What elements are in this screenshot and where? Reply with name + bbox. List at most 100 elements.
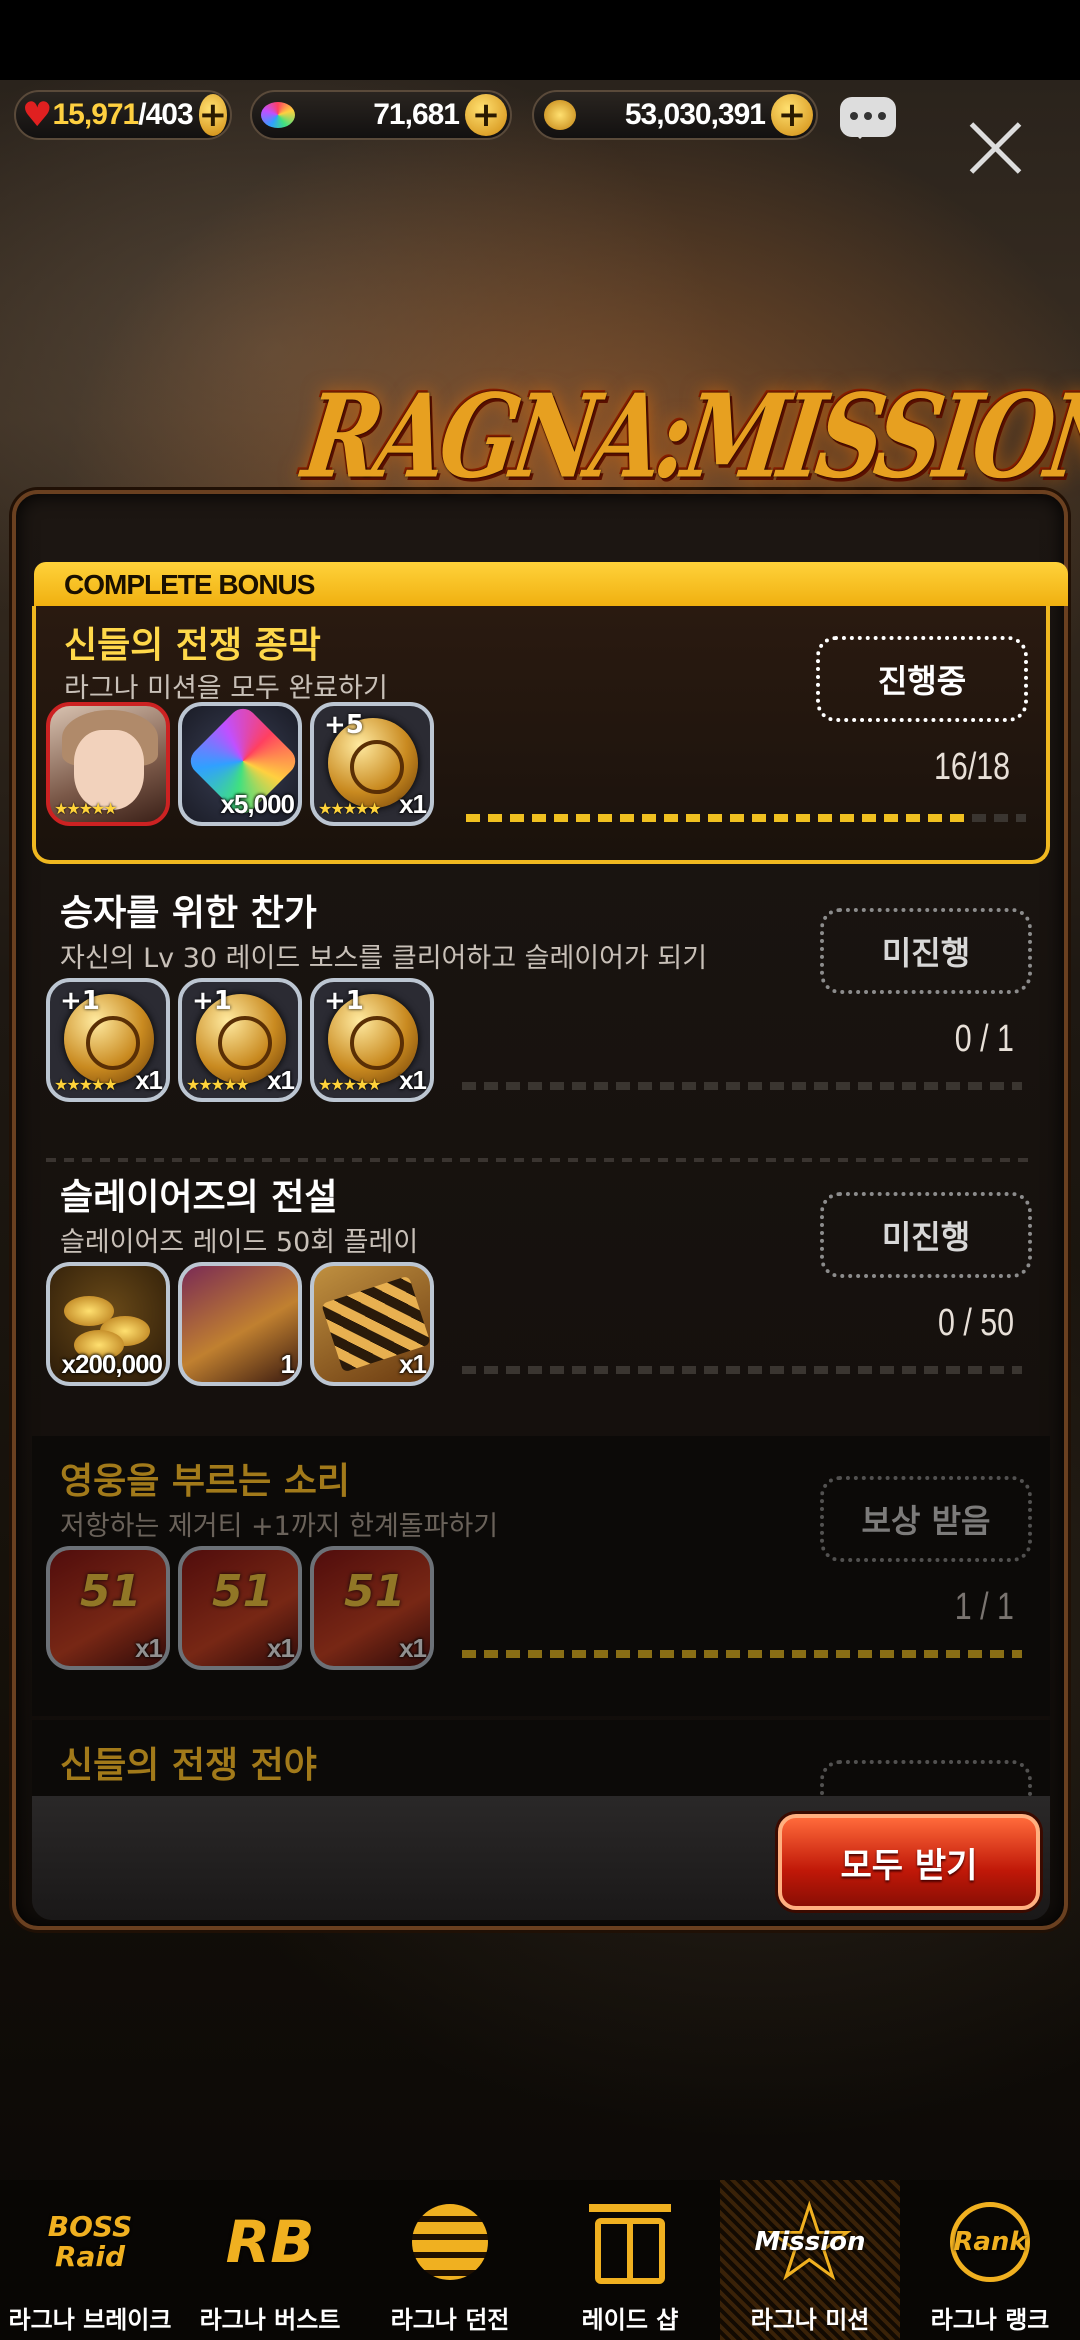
reward-quantity: x1 — [135, 1633, 163, 1663]
reward-stars: ★★★★★ — [318, 1075, 382, 1094]
reward-limit-break-card[interactable]: 51 x1 — [310, 1546, 434, 1670]
add-gems-button[interactable]: + — [465, 94, 507, 136]
reward-hero-portrait[interactable]: ★★★★★ — [46, 702, 170, 826]
reward-gold-coins[interactable]: x200,000 — [46, 1262, 170, 1386]
mission-card: 승자를 위한 찬가 자신의 Lv 30 레이드 보스를 클리어하고 슬레이어가 … — [32, 868, 1050, 1148]
mission-progress-count: 16/18 — [933, 746, 1010, 788]
nav-item-ragna-break[interactable]: BOSS Raid 라그나 브레이크 — [0, 2180, 180, 2340]
nav-item-ragna-burst[interactable]: RB 라그나 버스트 — [180, 2180, 360, 2340]
reward-quantity: x1 — [399, 789, 427, 819]
nav-item-raid-shop[interactable]: 레이드 샵 — [540, 2180, 720, 2340]
mission-card: 신들의 전쟁 전야 라그나 브레이크 노멀 던전 2구역 통과하기 — [32, 1720, 1050, 1796]
reward-plus-level: +1 — [60, 986, 100, 1016]
stamina-counter: ♥ 15,971/403 + — [14, 90, 232, 140]
mission-description: 라그나 미션을 모두 완료하기 — [64, 673, 388, 704]
reward-rainbow-gem[interactable]: x5,000 — [178, 702, 302, 826]
mission-card: 신들의 전쟁 종막 라그나 미션을 모두 완료하기 ★★★★★ x5,000 +… — [32, 606, 1050, 864]
mission-status-button[interactable]: 미진행 — [820, 1192, 1032, 1278]
mission-progress-count: 0 / 50 — [937, 1302, 1014, 1344]
nav-label: 라그나 브레이크 — [8, 2306, 172, 2334]
add-stamina-button[interactable]: + — [198, 94, 228, 136]
stamina-value: 15,971 — [52, 98, 139, 131]
mission-progress-bar — [462, 1082, 1022, 1090]
reward-quantity: x1 — [135, 1065, 163, 1095]
gold-counter: 53,030,391 + — [532, 90, 818, 140]
nav-label: 라그나 랭크 — [930, 2306, 1050, 2334]
reward-stars: ★★★★★ — [54, 799, 118, 818]
reward-gold-weapon-orb[interactable]: +5 ★★★★★ x1 — [310, 702, 434, 826]
claim-all-button[interactable]: 모두 받기 — [778, 1814, 1040, 1910]
mission-status-button[interactable] — [820, 1760, 1032, 1796]
heart-icon: ♥ — [22, 95, 53, 135]
add-gold-button[interactable]: + — [771, 94, 813, 136]
reward-plus-level: +1 — [324, 986, 364, 1016]
gem-value: 71,681 — [373, 98, 460, 131]
reward-quantity: x1 — [399, 1065, 427, 1095]
chat-icon[interactable] — [840, 97, 896, 139]
mission-title: 신들의 전쟁 종막 — [64, 625, 321, 666]
mission-status-button[interactable]: 보상 받음 — [820, 1476, 1032, 1562]
mission-status-button[interactable]: 진행중 — [816, 636, 1028, 722]
status-bar-area — [0, 0, 1080, 80]
mission-title: 승자를 위한 찬가 — [60, 893, 317, 934]
close-icon[interactable] — [965, 118, 1025, 178]
nav-item-ragna-rank[interactable]: Rank 라그나 랭크 — [900, 2180, 1080, 2340]
mission-description: 자신의 Lv 30 레이드 보스를 클리어하고 슬레이어가 되기 — [60, 943, 708, 974]
gem-counter: 71,681 + — [250, 90, 512, 140]
gift-icon — [580, 2192, 680, 2292]
card-level: 51 — [80, 1566, 142, 1617]
mission-progress-bar — [466, 814, 1026, 822]
stamina-max: /403 — [138, 98, 193, 131]
mission-panel: COMPLETE BONUS 신들의 전쟁 종막 라그나 미션을 모두 완료하기… — [12, 490, 1068, 1930]
mission-card: 슬레이어즈의 전설 슬레이어즈 레이드 50회 플레이 x200,000 1 x… — [32, 1152, 1050, 1432]
mission-title: 슬레이어즈의 전설 — [60, 1177, 338, 1218]
nav-label: 라그나 던전 — [390, 2306, 510, 2334]
reward-plus-level: +5 — [324, 710, 364, 740]
progress-fill — [462, 1650, 1022, 1658]
reward-stars: ★★★★★ — [54, 1075, 118, 1094]
mission-description: 슬레이어즈 레이드 50회 플레이 — [60, 1227, 419, 1258]
reward-quantity: x1 — [267, 1065, 295, 1095]
mission-status-button[interactable]: 미진행 — [820, 908, 1032, 994]
nav-item-ragna-dungeon[interactable]: 라그나 던전 — [360, 2180, 540, 2340]
reward-plus-level: +1 — [192, 986, 232, 1016]
reward-treasure-chest[interactable]: 1 — [178, 1262, 302, 1386]
gem-icon — [258, 95, 298, 135]
mission-star-icon: ☆ Mission — [754, 2178, 866, 2306]
mission-description: 저항하는 제거티 +1까지 한계돌파하기 — [60, 1511, 499, 1542]
reward-quantity: x5,000 — [220, 789, 295, 819]
reward-quantity: x200,000 — [61, 1349, 163, 1379]
nav-label: 레이드 샵 — [581, 2306, 679, 2334]
mission-card: 영웅을 부르는 소리 저항하는 제거티 +1까지 한계돌파하기 51 x1 51… — [32, 1436, 1050, 1716]
gold-coin-icon — [540, 95, 580, 135]
reward-limit-break-card[interactable]: 51 x1 — [46, 1546, 170, 1670]
reward-quantity: x1 — [399, 1349, 427, 1379]
reward-gold-ticket[interactable]: x1 — [310, 1262, 434, 1386]
mission-progress-bar — [462, 1366, 1022, 1374]
reward-gold-ring-orb[interactable]: +1 ★★★★★ x1 — [310, 978, 434, 1102]
dungeon-orb-icon — [400, 2192, 500, 2292]
mission-list[interactable]: 신들의 전쟁 종막 라그나 미션을 모두 완료하기 ★★★★★ x5,000 +… — [32, 522, 1050, 1796]
nav-item-ragna-mission[interactable]: ☆ Mission 라그나 미션 — [720, 2178, 900, 2340]
card-level: 51 — [212, 1566, 274, 1617]
mission-star-label: Mission — [754, 2227, 866, 2257]
rb-icon: RB — [225, 2208, 315, 2276]
mission-description: 라그나 브레이크 노멀 던전 2구역 통과하기 — [60, 1788, 542, 1796]
mission-progress-count: 0 / 1 — [954, 1018, 1014, 1060]
reward-quantity: x1 — [267, 1633, 295, 1663]
nav-label: 라그나 버스트 — [199, 2306, 341, 2334]
reward-gold-weapon-orb[interactable]: +1 ★★★★★ x1 — [46, 978, 170, 1102]
progress-fill — [466, 814, 965, 822]
gold-value: 53,030,391 — [624, 98, 766, 131]
rank-globe-label: Rank — [953, 2227, 1027, 2257]
reward-gold-shield-orb[interactable]: +1 ★★★★★ x1 — [178, 978, 302, 1102]
bottom-nav: BOSS Raid 라그나 브레이크 RB 라그나 버스트 라그나 던전 레이드… — [0, 2178, 1080, 2340]
reward-stars: ★★★★★ — [318, 799, 382, 818]
nav-label: 라그나 미션 — [750, 2306, 870, 2334]
mission-title: 신들의 전쟁 전야 — [60, 1745, 317, 1786]
mission-title: 영웅을 부르는 소리 — [60, 1461, 351, 1502]
mission-progress-count: 1 / 1 — [954, 1586, 1014, 1628]
mission-progress-bar — [462, 1650, 1022, 1658]
reward-quantity: x1 — [399, 1633, 427, 1663]
reward-limit-break-card[interactable]: 51 x1 — [178, 1546, 302, 1670]
